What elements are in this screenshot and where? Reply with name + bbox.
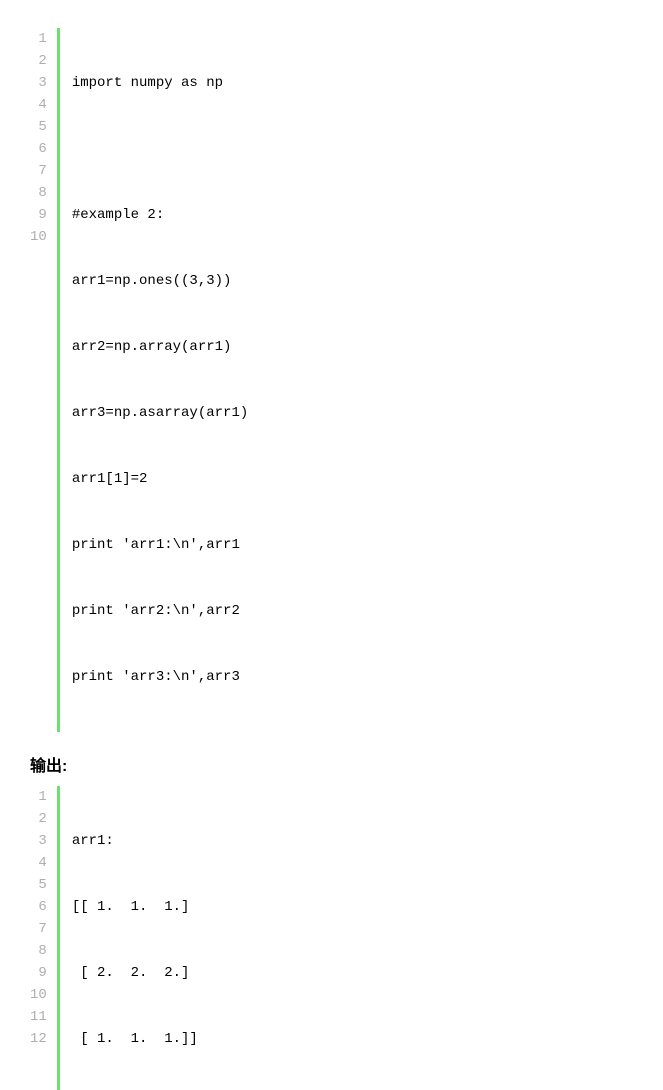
line-number: 5 — [30, 116, 47, 138]
code-border — [57, 28, 60, 732]
code-line: arr1=np.ones((3,3)) — [72, 270, 248, 292]
line-number-gutter: 1 2 3 4 5 6 7 8 9 10 — [30, 28, 57, 732]
code-line: arr2=np.array(arr1) — [72, 336, 248, 358]
code-border — [57, 786, 60, 1090]
code-content: arr1: [[ 1. 1. 1.] [ 2. 2. 2.] [ 1. 1. 1… — [72, 786, 198, 1090]
line-number: 10 — [30, 226, 47, 248]
line-number: 2 — [30, 808, 47, 830]
code-line: [ 1. 1. 1.]] — [72, 1028, 198, 1050]
line-number: 4 — [30, 94, 47, 116]
code-line: arr3=np.asarray(arr1) — [72, 402, 248, 424]
code-content: import numpy as np #example 2: arr1=np.o… — [72, 28, 248, 732]
line-number: 12 — [30, 1028, 47, 1050]
line-number-gutter: 1 2 3 4 5 6 7 8 9 10 11 12 — [30, 786, 57, 1090]
code-line: print 'arr2:\n',arr2 — [72, 600, 248, 622]
code-line: arr1: — [72, 830, 198, 852]
code-line: [ 2. 2. 2.] — [72, 962, 198, 984]
line-number: 2 — [30, 50, 47, 72]
line-number: 10 — [30, 984, 47, 1006]
line-number: 7 — [30, 160, 47, 182]
code-line: print 'arr3:\n',arr3 — [72, 666, 248, 688]
line-number: 1 — [30, 28, 47, 50]
line-number: 6 — [30, 138, 47, 160]
line-number: 9 — [30, 962, 47, 984]
code-block-source: 1 2 3 4 5 6 7 8 9 10 import numpy as np … — [30, 28, 633, 732]
code-block-output: 1 2 3 4 5 6 7 8 9 10 11 12 arr1: [[ 1. 1… — [30, 786, 633, 1090]
line-number: 3 — [30, 830, 47, 852]
code-line — [72, 138, 248, 160]
code-line: [[ 1. 1. 1.] — [72, 896, 198, 918]
page: 1 2 3 4 5 6 7 8 9 10 import numpy as np … — [0, 0, 663, 1090]
line-number: 6 — [30, 896, 47, 918]
line-number: 9 — [30, 204, 47, 226]
code-line: print 'arr1:\n',arr1 — [72, 534, 248, 556]
code-line: #example 2: — [72, 204, 248, 226]
line-number: 3 — [30, 72, 47, 94]
line-number: 8 — [30, 182, 47, 204]
line-number: 4 — [30, 852, 47, 874]
line-number: 1 — [30, 786, 47, 808]
line-number: 7 — [30, 918, 47, 940]
code-line: import numpy as np — [72, 72, 248, 94]
code-line: arr1[1]=2 — [72, 468, 248, 490]
output-heading: 输出: — [30, 752, 633, 776]
line-number: 11 — [30, 1006, 47, 1028]
line-number: 5 — [30, 874, 47, 896]
line-number: 8 — [30, 940, 47, 962]
